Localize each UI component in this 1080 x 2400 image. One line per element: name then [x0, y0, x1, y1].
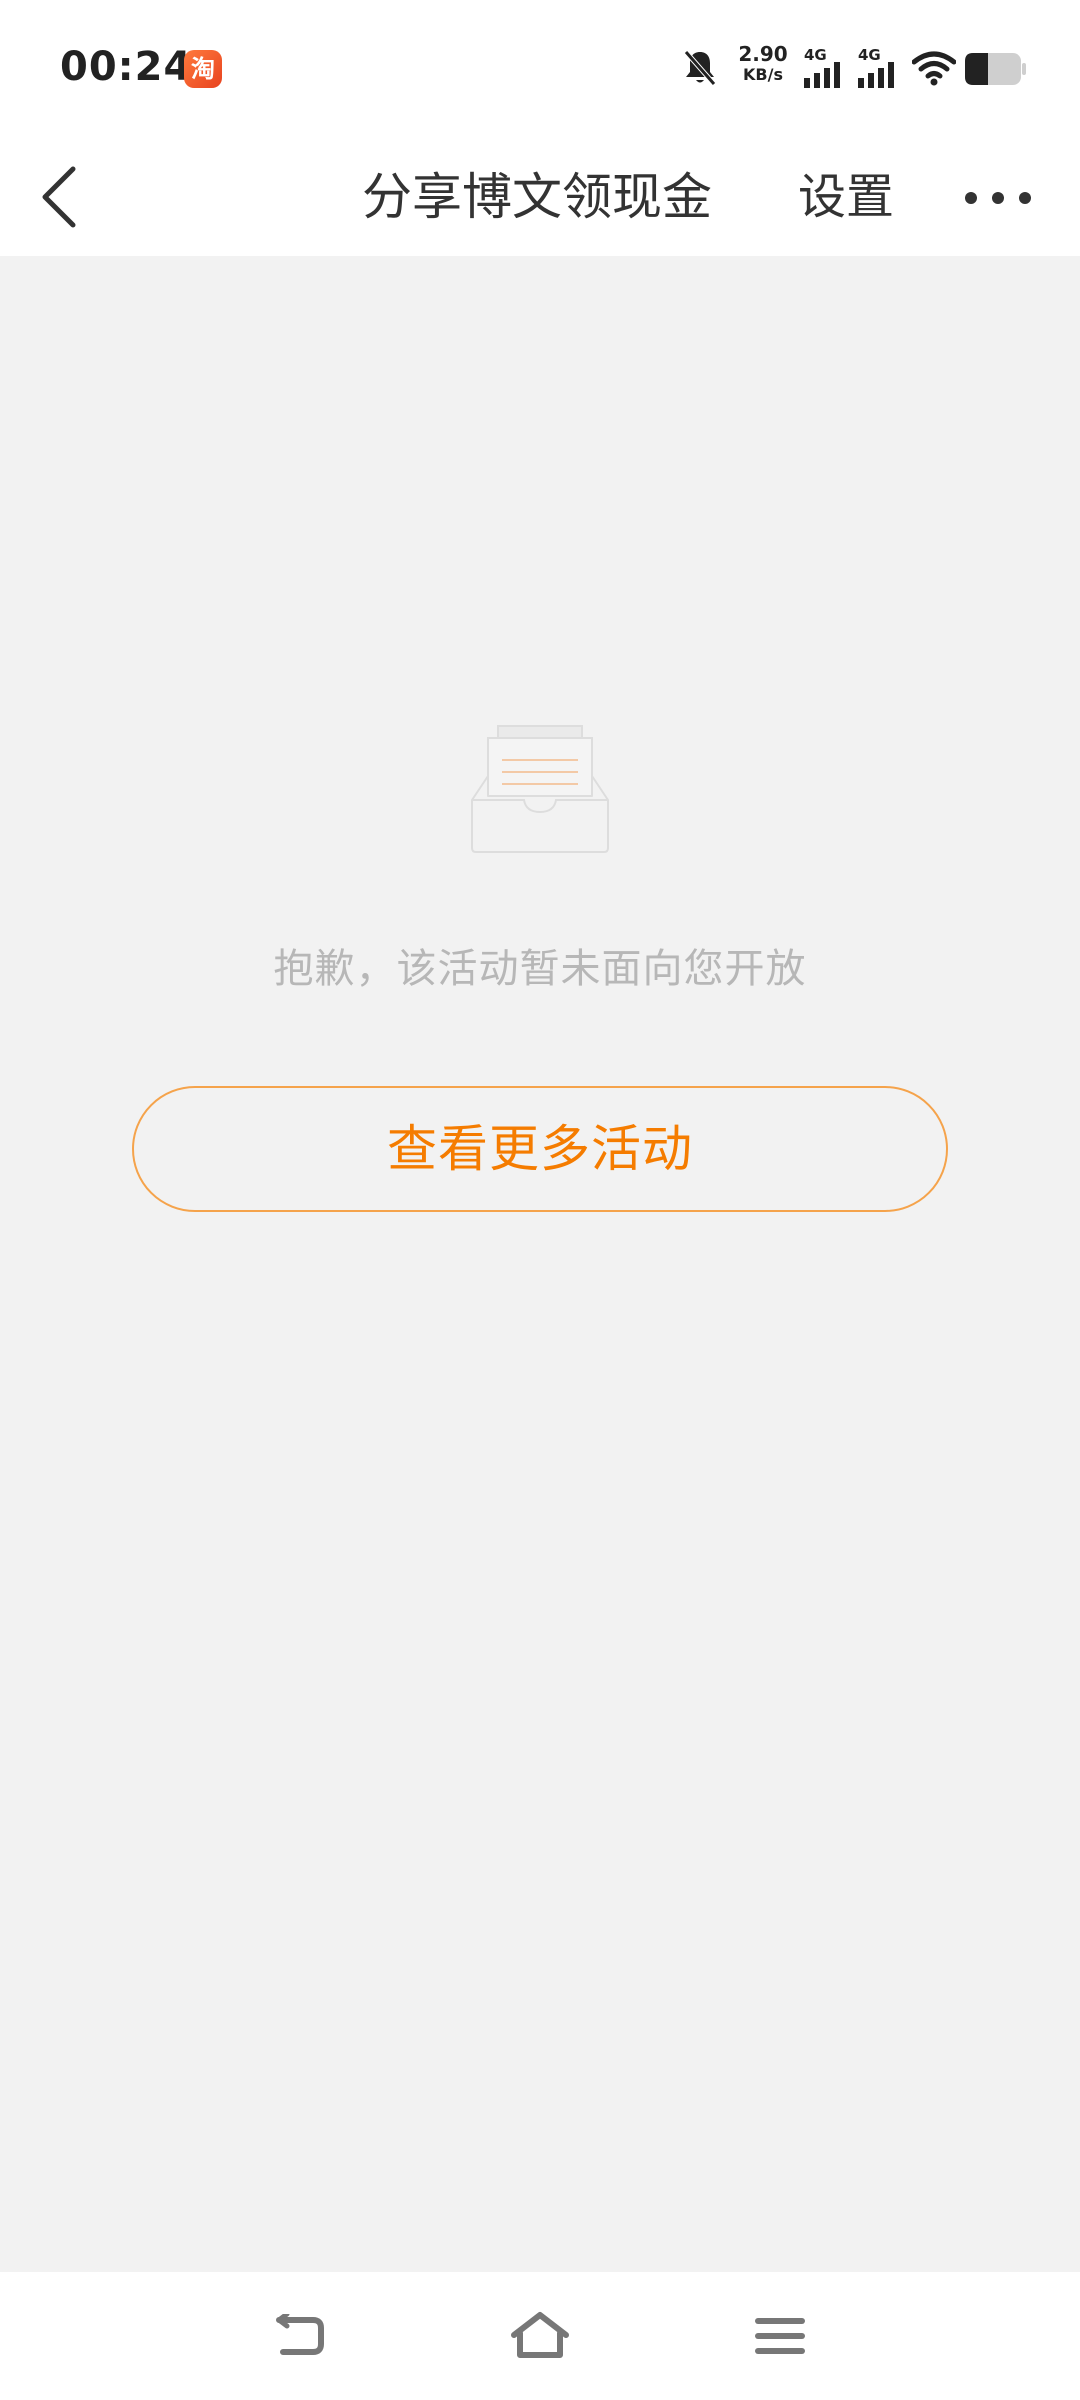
status-icons: 2.90 KB/s 4G 4G [682, 44, 1026, 94]
back-nav-icon [276, 2314, 324, 2355]
signal-2: 4G [858, 46, 902, 90]
status-bar: 00:24 淘 2.90 KB/s 4G 4G [0, 0, 1080, 138]
page-title: 分享博文领现金 [362, 168, 712, 226]
net-speed: 2.90 KB/s [734, 44, 792, 83]
status-time: 00:24 [60, 44, 193, 90]
signal-icon [858, 62, 894, 88]
screen: 00:24 淘 2.90 KB/s 4G 4G 分享博文领现金 设置 抱歉，该活… [0, 0, 1080, 2400]
settings-button[interactable]: 设置 [798, 160, 894, 234]
home-icon [511, 2312, 569, 2358]
view-more-activities-button[interactable]: 查看更多活动 [132, 1086, 948, 1212]
nav-back-button[interactable] [264, 2306, 336, 2366]
chevron-left-icon [42, 166, 76, 228]
net-speed-unit: KB/s [743, 65, 783, 84]
taobao-app-icon: 淘 [184, 50, 222, 88]
more-dots-icon [965, 192, 1031, 204]
empty-message: 抱歉，该活动暂未面向您开放 [273, 946, 807, 992]
content-area: 抱歉，该活动暂未面向您开放 查看更多活动 [0, 256, 1080, 2272]
system-nav-bar [0, 2272, 1080, 2400]
more-button[interactable] [958, 168, 1038, 228]
battery-icon [965, 53, 1026, 85]
signal-icon [804, 62, 840, 88]
empty-inbox-icon [471, 725, 609, 853]
mute-bell-icon [684, 50, 716, 86]
menu-icon [755, 2318, 805, 2354]
back-button[interactable] [24, 160, 94, 234]
signal-1: 4G [804, 46, 848, 90]
nav-home-button[interactable] [504, 2306, 576, 2366]
net-speed-value: 2.90 [738, 42, 788, 66]
title-bar: 分享博文领现金 设置 [0, 138, 1080, 256]
wifi-icon [912, 51, 956, 86]
nav-menu-button[interactable] [744, 2306, 816, 2366]
